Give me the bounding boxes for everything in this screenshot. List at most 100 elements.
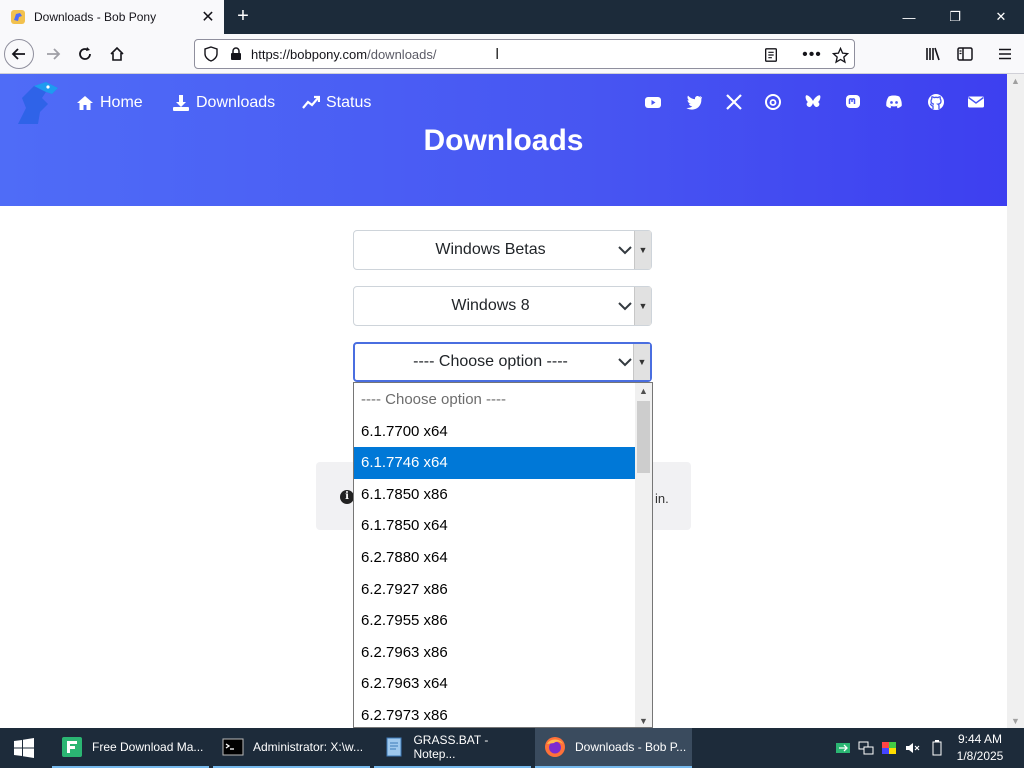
discord-icon[interactable] <box>883 91 905 113</box>
category-select-value: Windows Betas <box>435 241 546 258</box>
dropdown-arrow-icon[interactable]: ▼ <box>633 344 650 380</box>
dropdown-arrow-icon[interactable]: ▼ <box>634 287 651 325</box>
reload-icon <box>79 47 91 60</box>
sidebar-icon <box>957 47 973 61</box>
x-icon[interactable] <box>723 91 745 113</box>
nav-downloads-link[interactable]: Downloads <box>172 92 275 114</box>
dropdown-option[interactable]: ---- Choose option ---- <box>354 384 636 416</box>
lock-icon <box>231 47 241 60</box>
network-icon[interactable] <box>857 738 875 758</box>
build-select[interactable]: ---- Choose option ---- ▼ <box>353 342 652 382</box>
bookmark-star-icon[interactable] <box>831 46 849 64</box>
info-icon: i <box>340 490 354 504</box>
chevron-down-icon <box>618 246 632 255</box>
taskbar-app-label: Downloads - Bob P... <box>575 740 687 754</box>
home-button[interactable] <box>102 39 132 69</box>
dropdown-option[interactable]: 6.2.7963 x86 <box>354 637 636 669</box>
youtube-icon[interactable] <box>642 91 664 113</box>
chevron-down-icon <box>618 358 632 367</box>
chevron-down-icon <box>618 302 632 311</box>
download-icon <box>173 95 189 111</box>
text-cursor-icon: I <box>495 46 500 63</box>
clock-date: 1/8/2025 <box>956 749 1004 763</box>
browser-tab[interactable]: Downloads - Bob Pony ✕ <box>0 0 224 34</box>
scrollbar-thumb[interactable] <box>637 401 650 473</box>
library-icon <box>926 47 940 61</box>
dropdown-option[interactable]: 6.2.7880 x64 <box>354 542 636 574</box>
close-window-icon[interactable]: ✕ <box>978 0 1024 34</box>
sidebar-button[interactable] <box>950 39 980 69</box>
windows-logo-icon <box>14 738 34 758</box>
taskbar-app-label: Free Download Ma... <box>92 740 204 754</box>
taskbar-app-notepad[interactable]: GRASS.BAT - Notep... <box>374 728 531 768</box>
site-logo-icon[interactable] <box>12 78 64 130</box>
scroll-down-arrow-icon[interactable]: ▼ <box>1007 714 1024 728</box>
page-actions-icon[interactable]: ••• <box>802 46 821 64</box>
github-icon[interactable] <box>925 91 947 113</box>
page-title: Downloads <box>423 124 584 157</box>
firefox-app-icon <box>543 735 567 759</box>
back-button[interactable] <box>4 39 34 69</box>
home-icon <box>110 46 124 61</box>
category-select[interactable]: Windows Betas ▼ <box>353 230 652 270</box>
build-dropdown-list[interactable]: ---- Choose option ---- 6.1.7700 x64 6.1… <box>353 382 653 728</box>
new-tab-button[interactable]: + <box>232 5 254 27</box>
dropdown-scrollbar[interactable]: ▲ ▼ <box>635 383 652 727</box>
scroll-up-arrow-icon[interactable]: ▲ <box>635 383 652 399</box>
taskbar-app-cmd[interactable]: Administrator: X:\w... <box>213 728 370 768</box>
nav-status-link[interactable]: Status <box>302 92 371 114</box>
os-select[interactable]: Windows 8 ▼ <box>353 286 652 326</box>
windows-taskbar: Free Download Ma... Administrator: X:\w.… <box>0 728 1024 768</box>
hamburger-menu-icon <box>999 48 1011 60</box>
taskbar-app-fdm[interactable]: Free Download Ma... <box>52 728 209 768</box>
dropdown-option[interactable]: 6.2.7973 x86 <box>354 700 636 727</box>
browser-toolbar: https://bobpony.com/downloads/ I ••• <box>0 34 1024 74</box>
page-scrollbar[interactable]: ▲ ▼ <box>1007 74 1024 728</box>
home-icon <box>77 96 93 110</box>
nav-status-label: Status <box>326 94 372 111</box>
forward-button[interactable] <box>38 39 68 69</box>
taskbar-app-label: GRASS.BAT - Notep... <box>413 733 489 761</box>
twitter-icon[interactable] <box>683 91 705 113</box>
site-header: Home Downloads Status Downloads <box>0 74 1007 206</box>
dropdown-arrow-icon[interactable]: ▼ <box>634 231 651 269</box>
reader-view-icon[interactable] <box>762 46 780 64</box>
taskbar-app-firefox[interactable]: Downloads - Bob P... <box>535 728 692 768</box>
system-clock[interactable]: 9:44 AM 1/8/2025 <box>950 731 1010 765</box>
reload-button[interactable] <box>70 39 100 69</box>
restore-icon[interactable]: ❐ <box>932 0 978 34</box>
bluesky-icon[interactable] <box>802 91 824 113</box>
scroll-down-arrow-icon[interactable]: ▼ <box>635 713 652 727</box>
site-favicon-icon <box>11 10 25 24</box>
tray-sync-icon[interactable] <box>834 738 852 758</box>
nav-home-link[interactable]: Home <box>76 92 143 114</box>
nav-home-label: Home <box>100 94 143 111</box>
info-alert-text: in. <box>655 491 669 506</box>
tab-title: Downloads - Bob Pony <box>34 10 157 24</box>
minimize-icon[interactable]: — <box>886 0 932 34</box>
dropdown-option[interactable]: 6.2.7927 x86 <box>354 574 636 606</box>
address-bar[interactable]: https://bobpony.com/downloads/ I ••• <box>194 39 855 69</box>
menu-button[interactable] <box>990 39 1020 69</box>
dropdown-option[interactable]: 6.2.7955 x86 <box>354 605 636 637</box>
scroll-up-arrow-icon[interactable]: ▲ <box>1007 74 1024 88</box>
os-select-value: Windows 8 <box>451 297 530 314</box>
threads-icon[interactable] <box>762 91 784 113</box>
dropdown-option[interactable]: 6.1.7700 x64 <box>354 416 636 448</box>
mail-icon[interactable] <box>965 91 987 113</box>
close-tab-icon[interactable]: ✕ <box>198 7 218 27</box>
mastodon-icon[interactable] <box>842 91 864 113</box>
volume-muted-icon[interactable] <box>903 738 921 758</box>
battery-icon[interactable] <box>928 738 946 758</box>
shield-icon <box>204 46 218 62</box>
back-arrow-icon <box>11 48 25 60</box>
dropdown-option[interactable]: 6.2.7963 x64 <box>354 668 636 700</box>
color-app-icon[interactable] <box>880 738 898 758</box>
start-button[interactable] <box>0 728 48 768</box>
dropdown-option[interactable]: 6.1.7850 x64 <box>354 510 636 542</box>
dropdown-option-highlighted[interactable]: 6.1.7746 x64 <box>354 447 636 479</box>
dropdown-option[interactable]: 6.1.7850 x86 <box>354 479 636 511</box>
browser-tab-bar: Downloads - Bob Pony ✕ + — ❐ ✕ <box>0 0 1024 34</box>
url-text: https://bobpony.com/downloads/ <box>251 46 437 62</box>
library-button[interactable] <box>918 39 948 69</box>
